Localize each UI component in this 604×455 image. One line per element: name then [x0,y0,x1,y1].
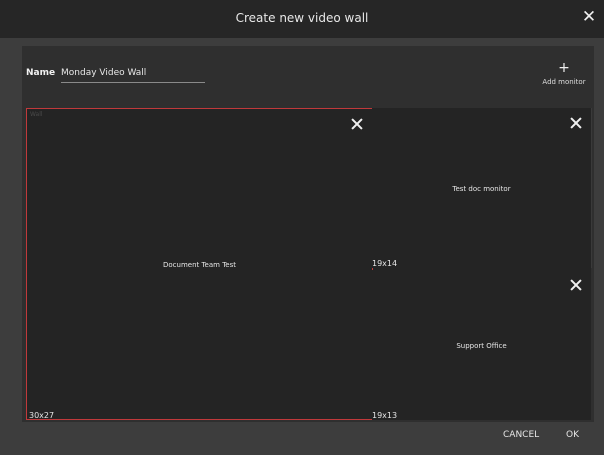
remove-monitor-close-icon[interactable] [569,278,583,292]
name-label: Name [26,68,56,78]
monitor-name: Test doc monitor [452,185,511,193]
ok-button[interactable]: OK [566,430,579,440]
add-monitor-label: Add monitor [542,78,586,86]
remove-monitor-close-icon[interactable] [350,117,364,131]
monitor-document-team-test[interactable]: Wall Document Team Test 30x27 [26,108,373,420]
add-monitor-button[interactable]: + Add monitor [537,60,591,86]
monitor-name: Support Office [456,342,507,350]
remove-monitor-close-icon[interactable] [569,116,583,130]
name-input[interactable]: Monday Video Wall [61,66,205,83]
monitor-size: 19x14 [372,259,398,268]
close-icon[interactable]: ✕ [578,6,600,28]
cancel-button[interactable]: CANCEL [503,430,539,440]
monitor-name: Document Team Test [162,261,236,269]
monitor-test-doc[interactable]: Test doc monitor 19x14 [372,108,592,268]
dialog-title: Create new video wall [235,11,369,25]
video-wall-canvas[interactable]: Wall Document Team Test 30x27 Test doc m… [26,108,592,420]
plus-icon: + [558,60,570,76]
monitor-support-office[interactable]: Support Office 19x13 [372,270,591,420]
monitor-size: 30x27 [29,411,55,420]
dialog-titlebar: Create new video wall ✕ [0,0,604,38]
video-wall-panel: Name Monday Video Wall + Add monitor Wal… [22,46,594,422]
create-video-wall-dialog: Create new video wall ✕ Name Monday Vide… [0,0,604,455]
monitor-size: 19x13 [372,411,398,420]
wall-label: Wall [30,111,43,118]
